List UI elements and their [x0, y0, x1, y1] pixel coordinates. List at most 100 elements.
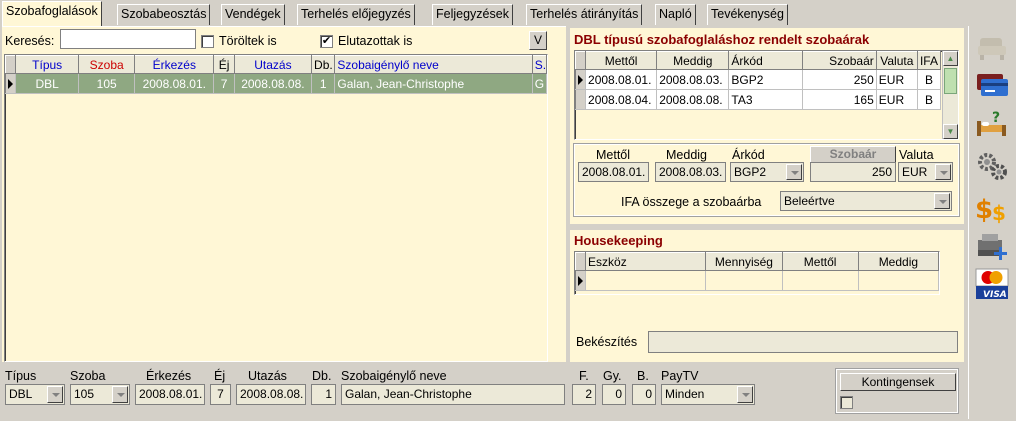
mastercard-visa-icon[interactable]: VISA	[974, 268, 1010, 300]
cell-type[interactable]: DBL	[15, 73, 80, 94]
cell-count[interactable]: 1	[311, 73, 336, 94]
cell-room-rate[interactable]: 250	[802, 69, 877, 90]
column-header-nights[interactable]: Éj	[213, 55, 235, 74]
cell-item[interactable]	[585, 270, 707, 291]
armchair-icon[interactable]	[974, 32, 1010, 64]
arrival-field[interactable]: 2008.08.01.	[135, 384, 205, 405]
scroll-down-icon[interactable]: ▼	[943, 124, 958, 139]
currency-select[interactable]: EUR	[898, 162, 953, 182]
scroll-thumb[interactable]	[944, 68, 957, 94]
column-header-quantity[interactable]: Mennyiség	[705, 252, 783, 271]
from-label: Mettől	[596, 148, 631, 162]
table-row[interactable]	[574, 270, 940, 291]
column-header-from[interactable]: Mettől	[781, 252, 859, 271]
tab-notes[interactable]: Feljegyzések	[432, 4, 513, 25]
chevron-down-icon[interactable]	[112, 386, 128, 403]
tab-activity[interactable]: Tevékenység	[707, 4, 788, 25]
cell-to[interactable]	[858, 270, 940, 291]
cell-to[interactable]: 2008.08.08.	[656, 89, 730, 110]
room-select[interactable]: 105	[70, 384, 130, 405]
cell-room[interactable]: 105	[78, 73, 136, 94]
tab-room-bookings[interactable]: Szobafoglalások	[2, 1, 102, 26]
cell-ifa[interactable]: B	[917, 89, 942, 110]
dollar-icon[interactable]: $ $	[974, 192, 1010, 225]
cell-arrival[interactable]: 2008.08.01.	[134, 73, 215, 94]
cell-rate-code[interactable]: TA3	[728, 89, 803, 110]
scroll-up-icon[interactable]: ▲	[943, 51, 958, 66]
departure-field[interactable]: 2008.08.08.	[236, 384, 306, 405]
tab-charge-reservation[interactable]: Terhelés előjegyzés	[297, 4, 415, 25]
chevron-down-icon[interactable]	[934, 193, 950, 209]
table-row[interactable]: 2008.08.01. 2008.08.03. BGP2 250 EUR B	[574, 69, 942, 90]
rates-panel: DBL típusú szobafoglaláshoz rendelt szob…	[570, 28, 964, 224]
tab-room-assignment[interactable]: Szobabeosztás	[117, 4, 211, 25]
cell-from[interactable]: 2008.08.01.	[585, 69, 658, 90]
chevron-down-icon[interactable]	[786, 164, 802, 180]
from-field[interactable]: 2008.08.01.	[578, 162, 649, 182]
credit-cards-icon[interactable]	[974, 69, 1010, 101]
departure-label: Utazás	[248, 369, 287, 383]
chevron-down-icon[interactable]	[935, 164, 951, 180]
column-header-from[interactable]: Mettől	[585, 51, 658, 70]
v-button[interactable]: V	[529, 31, 547, 50]
quotas-button[interactable]: Kontingensek	[840, 373, 956, 391]
chevron-down-icon[interactable]	[737, 386, 753, 403]
table-row[interactable]: DBL 105 2008.08.01. 7 2008.08.08. 1 Gala…	[4, 73, 548, 94]
column-header-ifa[interactable]: IFA	[916, 51, 942, 70]
column-header-item[interactable]: Eszköz	[585, 252, 707, 271]
cell-room-rate[interactable]: 165	[802, 89, 877, 110]
column-header-to[interactable]: Meddig	[656, 51, 730, 70]
cell-status[interactable]: G	[532, 73, 548, 94]
column-header-room-rate[interactable]: Szobaár	[801, 51, 877, 70]
f-field[interactable]: 2	[572, 384, 596, 405]
cell-departure[interactable]: 2008.08.08.	[234, 73, 313, 94]
column-header-requester[interactable]: Szobaigénylő neve	[334, 55, 533, 74]
gears-icon[interactable]	[974, 150, 1010, 182]
ifa-select[interactable]: Beleértve	[780, 191, 952, 211]
tab-charge-redirect[interactable]: Terhelés átirányítás	[526, 4, 643, 25]
tab-guests[interactable]: Vendégek	[221, 4, 285, 25]
cell-nights[interactable]: 7	[213, 73, 235, 94]
rate-code-select[interactable]: BGP2	[730, 162, 804, 182]
column-header-status[interactable]: S.	[531, 55, 548, 74]
nights-field[interactable]: 7	[210, 384, 231, 405]
column-header-departure[interactable]: Utazás	[233, 55, 313, 74]
column-header-type[interactable]: Típus	[15, 55, 80, 74]
cash-register-icon[interactable]	[974, 230, 1010, 262]
quota-checkbox[interactable]	[840, 396, 853, 409]
column-header-count[interactable]: Db.	[311, 55, 336, 74]
cell-currency[interactable]: EUR	[876, 69, 918, 90]
room-rate-button[interactable]: Szobaár	[810, 146, 896, 163]
column-header-arrival[interactable]: Érkezés	[134, 55, 215, 74]
table-row[interactable]: 2008.08.04. 2008.08.08. TA3 165 EUR B	[574, 89, 942, 110]
deleted-checkbox[interactable]	[201, 35, 214, 48]
cell-requester[interactable]: Galan, Jean-Christophe	[334, 73, 533, 94]
column-header-room[interactable]: Szoba	[78, 55, 136, 74]
cell-to[interactable]: 2008.08.03.	[656, 69, 730, 90]
paytv-select[interactable]: Minden	[661, 384, 755, 405]
count-field[interactable]: 1	[311, 384, 336, 405]
cell-rate-code[interactable]: BGP2	[728, 69, 803, 90]
b-field[interactable]: 0	[632, 384, 656, 405]
room-rate-field[interactable]: 250	[810, 162, 896, 182]
cell-ifa[interactable]: B	[917, 69, 942, 90]
column-header-currency[interactable]: Valuta	[875, 51, 918, 70]
to-field[interactable]: 2008.08.03.	[655, 162, 726, 182]
cell-from[interactable]	[782, 270, 859, 291]
cell-quantity[interactable]	[705, 270, 783, 291]
type-select[interactable]: DBL	[5, 384, 65, 405]
departed-checkbox[interactable]: ✔	[320, 35, 333, 48]
preparation-field[interactable]	[648, 331, 958, 353]
search-input[interactable]	[60, 29, 196, 49]
gy-field[interactable]: 0	[602, 384, 626, 405]
rates-scrollbar[interactable]: ▲ ▼	[942, 51, 958, 139]
cell-currency[interactable]: EUR	[876, 89, 918, 110]
chevron-down-icon[interactable]	[47, 386, 63, 403]
bed-question-icon[interactable]: ?	[974, 109, 1010, 141]
column-header-to[interactable]: Meddig	[857, 252, 940, 271]
deleted-checkbox-label: Töröltek is	[219, 34, 277, 48]
requester-field[interactable]: Galan, Jean-Christophe	[341, 384, 565, 405]
tab-log[interactable]: Napló	[655, 4, 696, 25]
cell-from[interactable]: 2008.08.04.	[585, 89, 658, 110]
column-header-rate-code[interactable]: Árkód	[728, 51, 803, 70]
